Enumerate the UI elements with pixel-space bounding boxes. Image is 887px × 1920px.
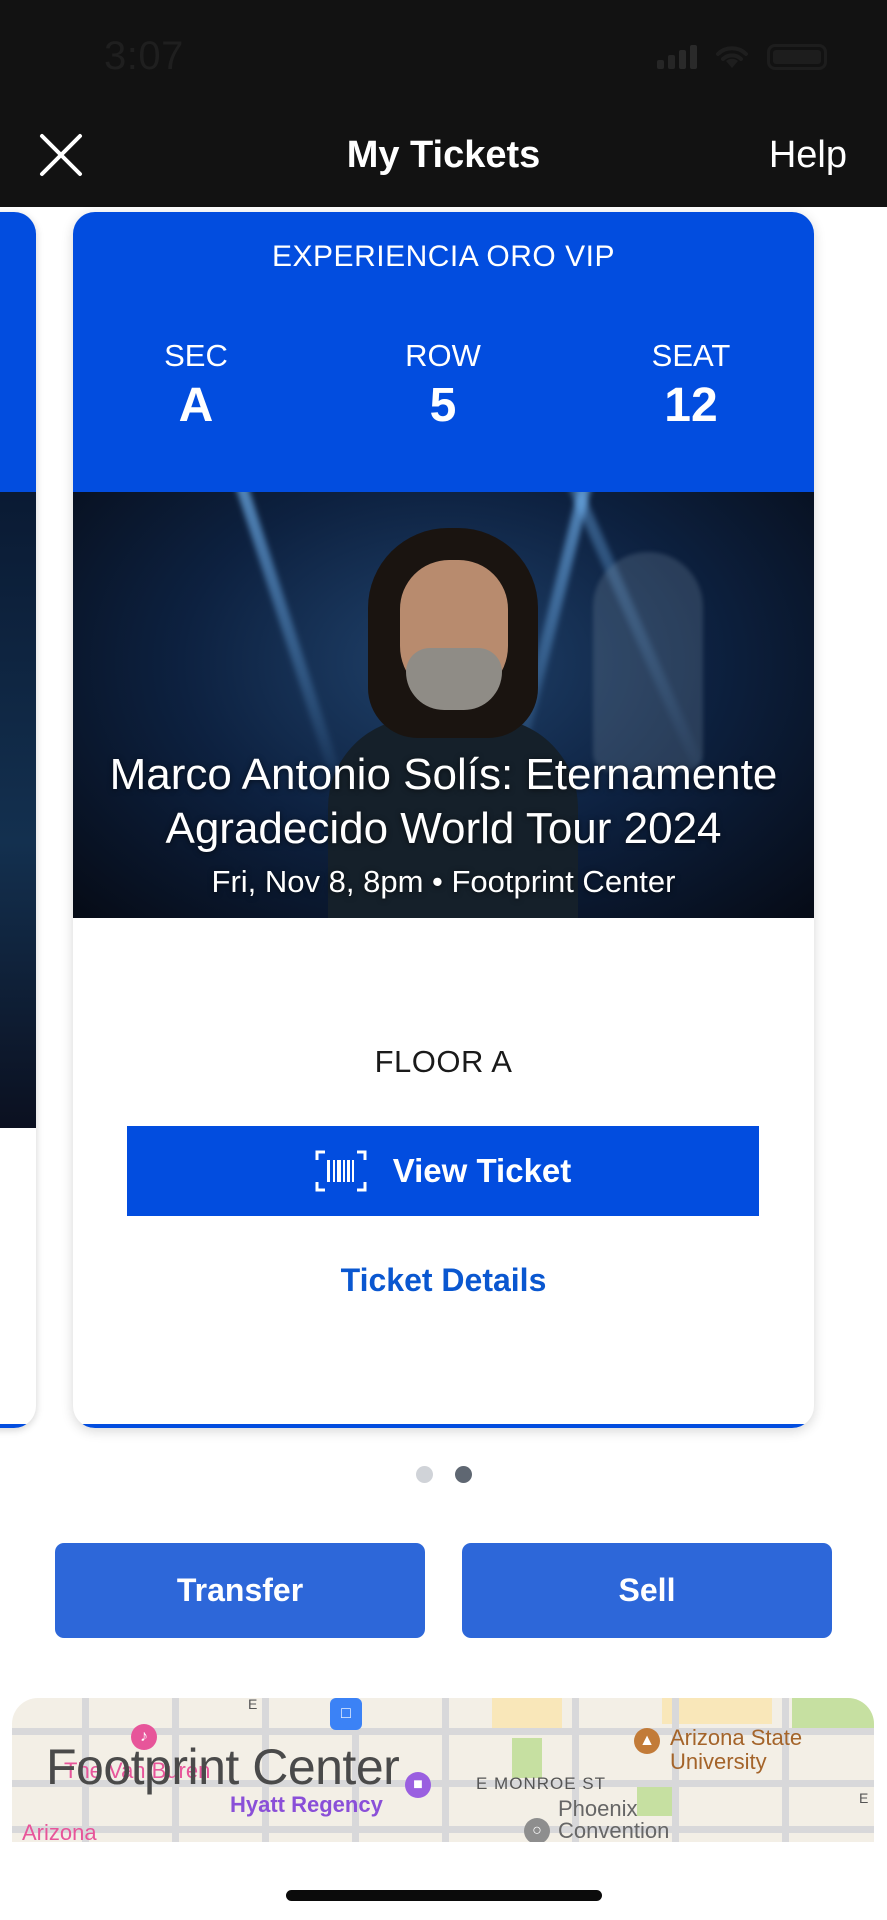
battery-icon (767, 44, 827, 70)
seat-column: SEAT 12 (591, 338, 791, 433)
map-label-arizona: Arizona (22, 1820, 97, 1842)
sec-label: SEC (164, 338, 228, 373)
event-title-line-2: Agradecido World Tour 2024 (165, 804, 722, 853)
event-title-line-1: Marco Antonio Solís: Eternamente (109, 750, 778, 799)
barcode-icon (315, 1150, 367, 1192)
event-image: Marco Antonio Solís: Eternamente Agradec… (73, 492, 814, 918)
entrance-label: FLOOR A (374, 1044, 513, 1079)
previous-ticket-card[interactable] (0, 212, 36, 1428)
map-label-phoenix: Phoenix Convention (558, 1798, 669, 1842)
ticket-section-name: EXPERIENCIA ORO VIP (272, 240, 615, 273)
map-block (492, 1698, 562, 1728)
map-label-asu-line-2: University (670, 1749, 767, 1774)
seat-value: 12 (664, 379, 718, 432)
map-road (442, 1698, 449, 1842)
help-link[interactable]: Help (769, 134, 847, 177)
map-label-monroe: E MONROE ST (476, 1774, 607, 1793)
previous-card-header (0, 212, 36, 492)
wifi-icon (716, 46, 748, 68)
top-bar: 3:07 My Tickets Help (0, 0, 887, 207)
map-label-phoenix-line-2: Convention (558, 1818, 670, 1842)
map-park (512, 1738, 542, 1778)
sell-button[interactable]: Sell (462, 1543, 832, 1638)
previous-card-image (0, 492, 36, 1128)
map-label-street-e: E (859, 1790, 869, 1806)
carousel-dot-active[interactable] (454, 1466, 472, 1483)
carousel-dot[interactable] (415, 1466, 433, 1483)
map-venue-label: Footprint Center (46, 1739, 400, 1795)
previous-card-bottom-line (0, 1424, 36, 1428)
transit-icon: □ (330, 1698, 362, 1730)
sec-column: SEC A (96, 338, 296, 433)
carousel-dots (0, 1466, 887, 1483)
row-value: 5 (429, 379, 457, 432)
ticket-card: EXPERIENCIA ORO VIP SEC A ROW 5 SEAT 12 … (73, 212, 814, 1428)
hotel-icon: ■ (405, 1772, 431, 1798)
map-label-asu: Arizona State University (670, 1726, 802, 1774)
sec-value: A (178, 379, 214, 432)
row-label: ROW (405, 338, 481, 373)
landmark-icon: ○ (524, 1818, 550, 1842)
map-label-phoenix-line-1: Phoenix (558, 1796, 638, 1821)
ticket-header: EXPERIENCIA ORO VIP SEC A ROW 5 SEAT 12 (73, 212, 814, 492)
home-indicator (286, 1890, 602, 1901)
view-ticket-button[interactable]: View Ticket (127, 1126, 759, 1216)
venue-map[interactable]: ♪ □ ■ ▲ ○ The Van Buren Footprint Center… (12, 1698, 874, 1842)
event-date-venue: Fri, Nov 8, 8pm • Footprint Center (211, 864, 676, 899)
transfer-button[interactable]: Transfer (55, 1543, 425, 1638)
ticket-details-link[interactable]: Ticket Details (73, 1262, 814, 1299)
row-column: ROW 5 (343, 338, 543, 433)
seat-label: SEAT (651, 338, 731, 373)
map-label-street-e: E (248, 1698, 258, 1712)
card-bottom-line (73, 1424, 814, 1428)
map-label-hyatt: Hyatt Regency (230, 1792, 383, 1817)
status-icons (657, 44, 827, 70)
cellular-signal-icon (657, 45, 697, 69)
event-title: Marco Antonio Solís: Eternamente Agradec… (83, 748, 804, 856)
view-ticket-label: View Ticket (392, 1152, 572, 1189)
status-time: 3:07 (104, 34, 184, 78)
artist-silhouette (593, 552, 703, 772)
map-label-asu-line-1: Arizona State (670, 1725, 803, 1750)
university-icon: ▲ (634, 1728, 660, 1754)
map-park (792, 1698, 874, 1728)
page-title: My Tickets (346, 134, 541, 176)
